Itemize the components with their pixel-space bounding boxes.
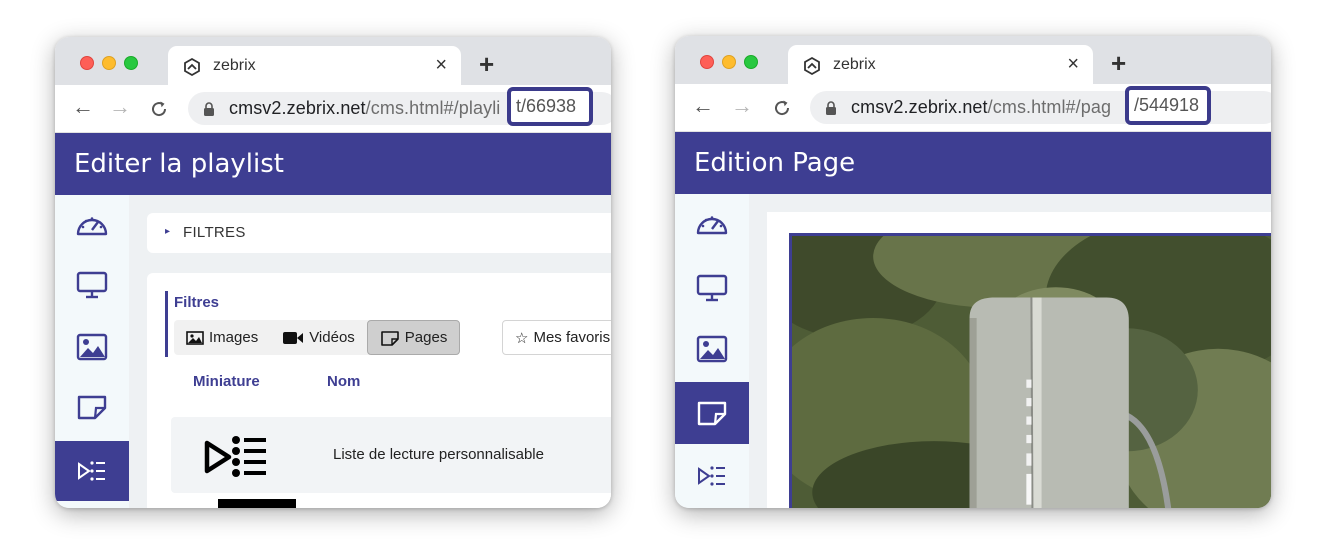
reload-icon[interactable] (149, 99, 169, 119)
close-window-button[interactable] (80, 56, 94, 70)
sidebar-item-playlists[interactable] (55, 441, 129, 501)
tab-strip: zebrix × + (675, 36, 1271, 85)
page-icon (380, 330, 399, 346)
tab-strip: zebrix × + (55, 37, 611, 86)
forward-arrow-icon[interactable]: → (731, 93, 753, 119)
new-tab-button[interactable]: + (1111, 50, 1126, 76)
url-host: cmsv2.zebrix.net (851, 97, 988, 117)
kiosk-photo (792, 236, 1271, 508)
sidebar-item-pages[interactable] (675, 382, 749, 444)
filter-pages-label: Pages (404, 329, 448, 346)
filter-videos-button[interactable]: Vidéos (270, 320, 367, 355)
column-header-thumbnail[interactable]: Miniature (193, 373, 260, 390)
playlist-icon (78, 461, 105, 481)
browser-tab[interactable]: zebrix × (168, 46, 461, 86)
maximize-window-button[interactable] (124, 56, 138, 70)
column-header-name[interactable]: Nom (327, 373, 360, 390)
main-content (749, 194, 1271, 508)
screen-monitor-icon (696, 274, 728, 302)
caret-right-icon: ▸ (165, 226, 171, 237)
app-header: Editer la playlist (55, 133, 611, 195)
url-path: /cms.html#/playli (365, 98, 501, 118)
media-type-filter: Images Vidéos Pages (174, 320, 461, 355)
url-path: /cms.html#/pag (987, 97, 1112, 117)
url-host: cmsv2.zebrix.net (229, 98, 366, 118)
dashboard-gauge-icon (76, 217, 108, 236)
url-text: cmsv2.zebrix.net/cms.html#/playli (229, 98, 500, 119)
video-camera-icon (283, 331, 304, 344)
playlist-icon (204, 436, 266, 477)
back-arrow-icon[interactable]: ← (72, 94, 94, 120)
list-item-name: Liste de lecture personnalisable (333, 446, 544, 463)
close-tab-icon[interactable]: × (1067, 53, 1079, 75)
filter-pages-button[interactable]: Pages (366, 320, 461, 355)
minimize-window-button[interactable] (722, 55, 736, 69)
sidebar (675, 194, 749, 508)
sidebar-item-dashboard[interactable] (55, 195, 129, 255)
minimize-window-button[interactable] (102, 56, 116, 70)
sidebar-item-playlists[interactable] (675, 446, 749, 506)
favorites-button[interactable]: ☆ Mes favoris (502, 320, 611, 355)
app-header: Edition Page (675, 132, 1271, 194)
media-panel: Filtres Images Vidéos Pages ☆ Mes favori… (147, 273, 611, 508)
star-icon: ☆ (515, 329, 529, 347)
sidebar-item-dashboard[interactable] (675, 194, 749, 254)
filter-group-title: Filtres (174, 294, 220, 311)
page-icon (77, 395, 107, 420)
filter-group: Filtres Images Vidéos Pages ☆ Mes favori… (165, 291, 611, 357)
page-title: Editer la playlist (74, 149, 284, 179)
zebrix-logo-icon (804, 56, 820, 76)
browser-tab[interactable]: zebrix × (788, 45, 1093, 85)
lock-icon (204, 102, 214, 116)
close-tab-icon[interactable]: × (435, 54, 447, 76)
image-icon (76, 333, 108, 361)
page-title: Edition Page (694, 148, 856, 178)
new-tab-button[interactable]: + (479, 51, 494, 77)
tab-title: zebrix (833, 56, 876, 73)
forward-arrow-icon[interactable]: → (109, 94, 131, 120)
browser-window-page: zebrix × + ← → cmsv2.zebrix.net/cms.html… (675, 36, 1271, 508)
tab-title: zebrix (213, 57, 256, 74)
sidebar-item-screens[interactable] (55, 255, 129, 315)
sidebar (55, 195, 129, 508)
filter-images-button[interactable]: Images (174, 320, 270, 355)
sidebar-item-pages[interactable] (55, 377, 129, 437)
filter-videos-label: Vidéos (309, 329, 355, 346)
window-controls (700, 55, 758, 69)
image-icon (186, 330, 204, 345)
url-id-highlight: t/66938 (507, 87, 593, 126)
sidebar-item-images[interactable] (675, 319, 749, 379)
image-icon (696, 335, 728, 363)
sidebar-item-screens[interactable] (675, 258, 749, 318)
main-content: ▸ FILTRES Filtres Images Vidéos Pages ☆ … (129, 195, 611, 508)
browser-toolbar: ← → cmsv2.zebrix.net/cms.html#/playli t/… (55, 85, 611, 133)
list-item[interactable]: Liste de lecture personnalisable (171, 417, 611, 493)
page-editor-card (767, 212, 1271, 508)
browser-toolbar: ← → cmsv2.zebrix.net/cms.html#/pag /5449… (675, 84, 1271, 132)
favorites-label: Mes favoris (533, 329, 611, 346)
lock-icon (826, 101, 836, 115)
filters-toggle[interactable]: ▸ FILTRES (147, 213, 611, 253)
reload-icon[interactable] (772, 98, 792, 118)
back-arrow-icon[interactable]: ← (692, 93, 714, 119)
page-icon (697, 401, 727, 426)
filters-toggle-label: FILTRES (183, 224, 246, 241)
maximize-window-button[interactable] (744, 55, 758, 69)
playlist-icon (698, 466, 725, 486)
next-row-thumbnail (218, 499, 296, 508)
close-window-button[interactable] (700, 55, 714, 69)
page-preview-image[interactable] (789, 233, 1271, 508)
url-id-highlight: /544918 (1125, 86, 1211, 125)
browser-window-playlist: zebrix × + ← → cmsv2.zebrix.net/cms.html… (55, 37, 611, 508)
filter-images-label: Images (209, 329, 259, 346)
sidebar-item-images[interactable] (55, 317, 129, 377)
window-controls (80, 56, 138, 70)
screen-monitor-icon (76, 271, 108, 299)
zebrix-logo-icon (184, 57, 200, 77)
url-text: cmsv2.zebrix.net/cms.html#/pag (851, 97, 1111, 118)
dashboard-gauge-icon (696, 216, 728, 235)
